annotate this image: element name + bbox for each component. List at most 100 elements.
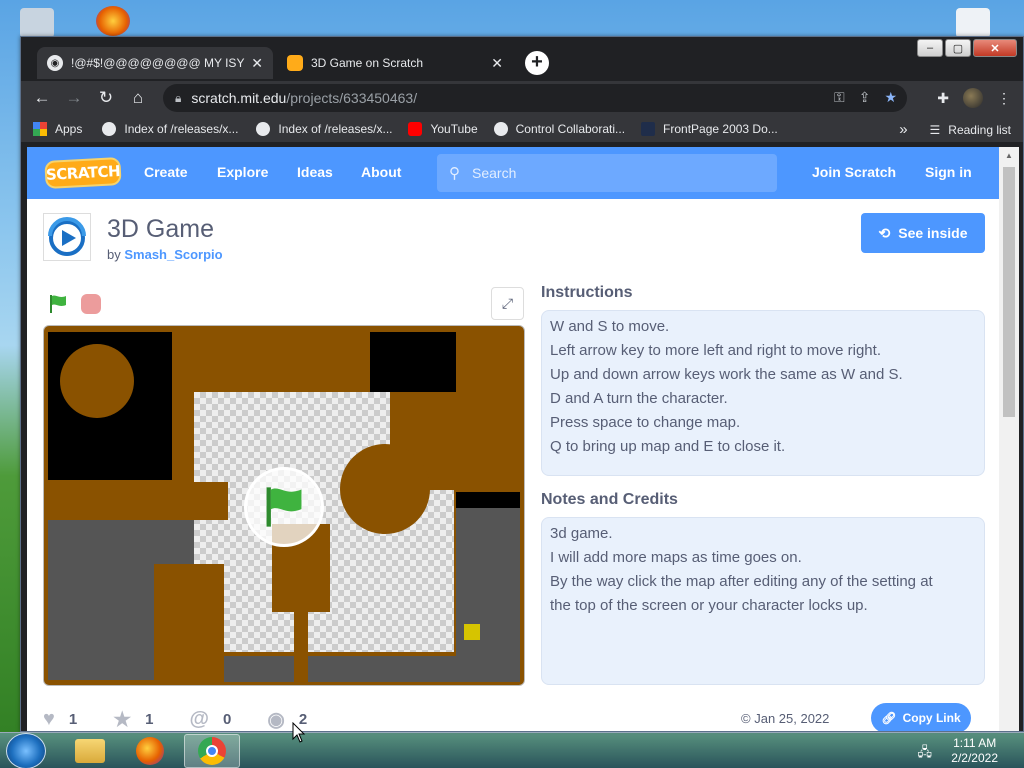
chrome-window: – ▢ ✕ ◉ !@#$!@@@@@@@@ MY ISYS PE ✕ 3D Ga… (20, 36, 1024, 732)
new-tab-button[interactable]: + (525, 51, 549, 75)
globe-icon (256, 121, 271, 136)
scratch-navbar: SCRATCH Create Explore Ideas About ⚲ Sea… (27, 147, 999, 199)
mouse-cursor (292, 722, 306, 743)
bookmark-index-1[interactable]: Index of /releases/x... (102, 121, 238, 136)
remix-spiral-icon: @ (189, 708, 210, 730)
bookmarks-bar: Apps Index of /releases/x... Index of /r… (21, 115, 1023, 143)
desktop-recycle-bin-icon[interactable] (20, 8, 54, 38)
instructions-heading: Instructions (541, 284, 633, 301)
fullscreen-icon: ⤢ (501, 295, 514, 311)
address-bar[interactable]: 🔒︎ scratch.mit.edu/projects/633450463/ ⚿… (163, 84, 907, 112)
nav-explore[interactable]: Explore (217, 164, 268, 180)
scratch-page: SCRATCH Create Explore Ideas About ⚲ Sea… (27, 147, 999, 731)
clock-time: 1:11 AM (953, 736, 997, 750)
menu-dots-icon[interactable]: ⋮ (997, 90, 1011, 107)
nav-about[interactable]: About (361, 164, 401, 180)
project-byline: by Smash_Scorpio (107, 247, 223, 262)
fullscreen-button[interactable]: ⤢ (491, 287, 524, 320)
close-tab-icon[interactable]: ✕ (251, 55, 263, 72)
reload-icon[interactable]: ↻ (95, 87, 117, 109)
stage-circle (60, 344, 134, 418)
bookmark-apps[interactable]: Apps (33, 121, 82, 136)
share-icon[interactable]: ⇪ (859, 89, 871, 106)
notes-box: 3d game. I will add more maps as time go… (541, 517, 985, 685)
see-inside-button[interactable]: ⟲ See inside (861, 213, 985, 253)
love-stat[interactable]: ♥ 1 (43, 707, 77, 731)
heart-icon: ♥ (43, 708, 55, 730)
scroll-up-icon[interactable]: ▲ (1005, 151, 1013, 160)
stage-block (48, 482, 228, 520)
stage-circle (340, 444, 430, 534)
chrome-icon (198, 737, 226, 765)
key-icon[interactable]: ⚿ (834, 89, 845, 106)
taskbar-clock[interactable]: 1:11 AM 2/2/2022 (951, 736, 998, 766)
clock-date: 2/2/2022 (951, 751, 998, 765)
taskbar-explorer[interactable] (62, 734, 118, 768)
see-inside-icon: ⟲ (878, 224, 891, 241)
notes-line: By the way click the map after editing a… (550, 573, 933, 590)
taskbar-chrome[interactable] (184, 734, 240, 768)
tab-title: !@#$!@@@@@@@@ MY ISYS PE (71, 56, 245, 70)
lock-icon: 🔒︎ (175, 90, 182, 105)
tab-scratch[interactable]: 3D Game on Scratch ✕ (277, 47, 513, 79)
back-arrow-icon[interactable]: ← (31, 87, 53, 109)
remix-stat: @ 0 (189, 708, 232, 730)
bookmark-frontpage[interactable]: FrontPage 2003 Do... (641, 121, 778, 136)
instruction-line: Left arrow key to more left and right to… (550, 342, 881, 359)
bookmark-index-2[interactable]: Index of /releases/x... (256, 121, 392, 136)
extensions-puzzle-icon[interactable]: ✚ (937, 90, 949, 107)
scrollbar-thumb[interactable] (1003, 167, 1015, 417)
nav-create[interactable]: Create (144, 164, 188, 180)
big-green-flag-button[interactable] (244, 467, 324, 547)
search-input[interactable]: ⚲ Search (437, 154, 777, 192)
project-stage[interactable] (43, 325, 525, 686)
start-button[interactable] (6, 733, 46, 768)
scratch-logo[interactable]: SCRATCH (44, 157, 122, 189)
stage-block (456, 492, 520, 508)
bookmark-control-collab[interactable]: Control Collaborati... (493, 121, 625, 136)
bookmark-star-icon[interactable]: ★ (884, 89, 897, 106)
notes-line: the top of the screen or your character … (550, 597, 868, 614)
close-tab-icon[interactable]: ✕ (491, 55, 503, 72)
link-icon: 🔗︎ (881, 711, 897, 725)
nav-ideas[interactable]: Ideas (297, 164, 333, 180)
forward-arrow-icon[interactable]: → (63, 87, 85, 109)
scratch-favicon-icon (287, 55, 303, 71)
instruction-line: W and S to move. (550, 318, 670, 335)
reading-list-button[interactable]: ☰ Reading list (930, 123, 1011, 137)
author-avatar[interactable] (43, 213, 91, 261)
browser-toolbar: ← → ↻ ⌂ 🔒︎ scratch.mit.edu/projects/6334… (21, 81, 1023, 115)
bookmark-youtube[interactable]: YouTube (408, 121, 478, 136)
notes-line: I will add more maps as time goes on. (550, 549, 802, 566)
instruction-line: Press space to change map. (550, 414, 741, 431)
profile-avatar[interactable] (963, 88, 983, 108)
desktop-firefox-icon[interactable] (96, 6, 130, 36)
join-scratch-link[interactable]: Join Scratch (812, 164, 896, 180)
taskbar-firefox[interactable] (122, 734, 178, 768)
more-bookmarks-button[interactable]: » (899, 121, 907, 138)
page-icon (641, 121, 656, 136)
stage-block (154, 564, 224, 682)
search-icon: ⚲ (449, 165, 460, 182)
instructions-box: W and S to move. Left arrow key to more … (541, 310, 985, 476)
tab-isys[interactable]: ◉ !@#$!@@@@@@@@ MY ISYS PE ✕ (37, 47, 273, 79)
reading-list-icon: ☰ (929, 122, 941, 137)
author-link[interactable]: Smash_Scorpio (124, 247, 222, 262)
copy-link-button[interactable]: 🔗︎ Copy Link (871, 703, 971, 731)
star-icon: ★ (113, 709, 132, 731)
eye-icon: ◉ (267, 709, 285, 731)
home-icon[interactable]: ⌂ (127, 87, 149, 109)
stage-block (294, 610, 308, 682)
favorite-stat[interactable]: ★ 1 (113, 707, 153, 731)
apps-grid-icon (33, 121, 47, 136)
sign-in-link[interactable]: Sign in (925, 164, 972, 180)
search-placeholder: Search (472, 165, 517, 181)
page-scrollbar[interactable]: ▲ (999, 147, 1019, 731)
network-icon[interactable]: 🖧︎ (918, 743, 933, 765)
instruction-line: Q to bring up map and E to close it. (550, 438, 786, 455)
desktop-file-icon[interactable] (956, 8, 990, 38)
green-flag-button[interactable] (47, 293, 69, 320)
youtube-icon (408, 121, 423, 136)
globe-icon: ◉ (47, 55, 63, 71)
stop-button[interactable] (81, 294, 101, 314)
